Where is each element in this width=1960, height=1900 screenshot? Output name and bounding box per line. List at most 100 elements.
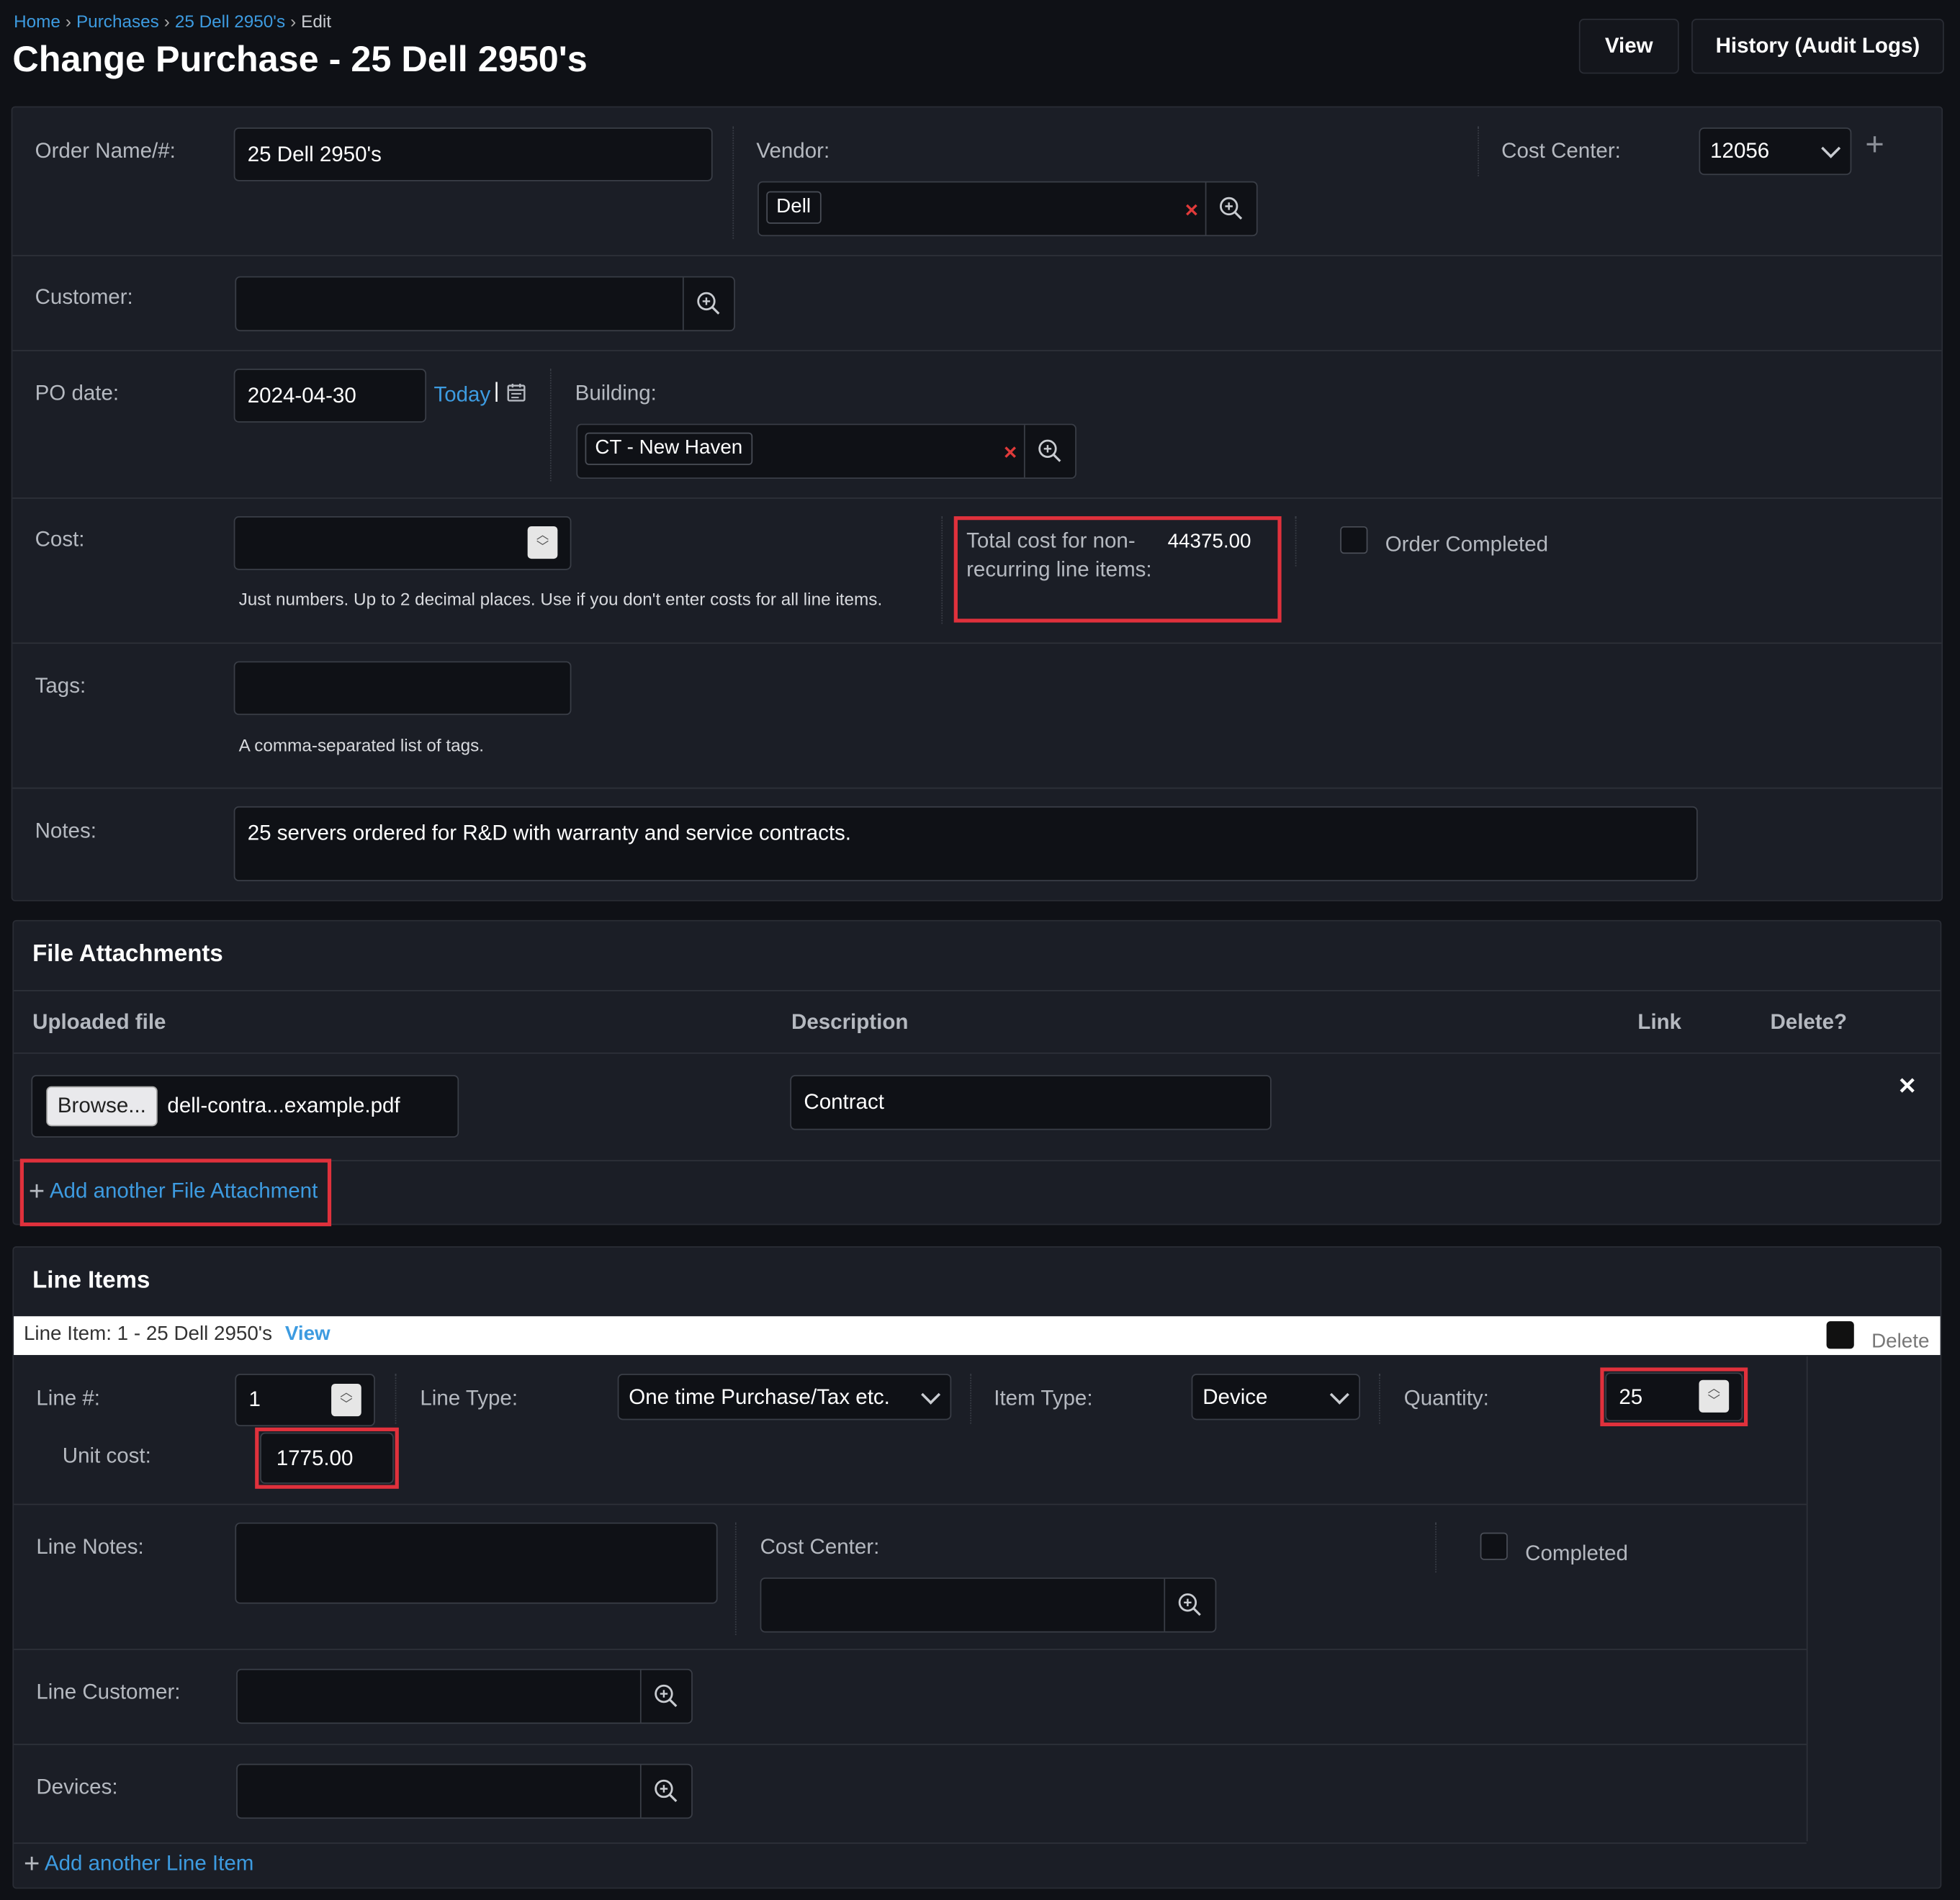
attachment-description-input[interactable]: Contract (790, 1075, 1272, 1130)
building-clear-icon[interactable]: ✕ (1003, 443, 1017, 464)
breadcrumb-home-link[interactable]: Home (14, 12, 60, 32)
chevron-down-icon (1821, 138, 1841, 158)
separator: | (493, 379, 500, 403)
quantity-input[interactable]: 25 ︿ ﹀ (1605, 1372, 1743, 1422)
line-no-label: Line #: (36, 1386, 100, 1410)
add-cost-center-icon[interactable]: + (1865, 125, 1884, 164)
line-item-delete-label: Delete (1871, 1331, 1930, 1353)
customer-label: Customer: (35, 284, 133, 309)
devices-search-icon[interactable] (639, 1765, 691, 1818)
col-delete: Delete? (1770, 1009, 1848, 1034)
today-link[interactable]: Today (433, 382, 490, 408)
cost-center-value: 12056 (1710, 138, 1770, 163)
file-attachments-panel: File Attachments Uploaded file Descripti… (12, 919, 1942, 1227)
delete-attachment-icon[interactable]: ✕ (1898, 1073, 1917, 1099)
building-lookup[interactable]: CT - New Haven ✕ (576, 423, 1076, 479)
history-button[interactable]: History (Audit Logs) (1691, 19, 1944, 74)
col-uploaded-file: Uploaded file (32, 1009, 166, 1034)
cost-center-label: Cost Center: (1501, 138, 1621, 163)
devices-label: Devices: (36, 1775, 118, 1799)
line-notes-row: Line Notes: Cost Center: Completed (14, 1503, 1807, 1650)
tags-help-text: A comma-separated list of tags. (238, 734, 485, 755)
line-notes-textarea[interactable] (235, 1522, 718, 1604)
order-completed-checkbox[interactable] (1340, 526, 1368, 554)
add-attachment-label: Add another File Attachment (49, 1179, 318, 1203)
line-item-view-link[interactable]: View (285, 1324, 331, 1346)
divider (734, 1522, 737, 1635)
attachments-header-row: Uploaded file Description Link Delete? (14, 990, 1941, 1054)
breadcrumb-item-link[interactable]: 25 Dell 2950's (175, 12, 285, 32)
line-cost-center-lookup[interactable] (760, 1577, 1217, 1633)
add-line-item-link[interactable]: + Add another Line Item (24, 1847, 253, 1880)
line-type-select[interactable]: One time Purchase/Tax etc. (617, 1374, 952, 1421)
add-attachment-row: + Add another File Attachment (14, 1158, 1941, 1227)
tags-label: Tags: (35, 673, 86, 698)
cost-input[interactable]: ︿ ﹀ (233, 516, 572, 570)
line-no-input[interactable]: 1 ︿ ﹀ (235, 1374, 375, 1427)
tags-input[interactable] (233, 661, 572, 716)
line-item-body: Line #: 1 ︿ ﹀ Line Type: One time Purchas… (14, 1356, 1808, 1844)
breadcrumb: Home › Purchases › 25 Dell 2950's › Edit (14, 11, 332, 32)
calendar-icon[interactable] (506, 382, 526, 408)
add-attachment-link[interactable]: + Add another File Attachment (29, 1175, 318, 1207)
total-cost-value: 44375.00 (1167, 531, 1251, 553)
po-date-label: PO date: (35, 381, 120, 405)
unit-cost-label: Unit cost: (62, 1444, 151, 1468)
line-item-header-text: Line Item: 1 - 25 Dell 2950's (23, 1323, 273, 1346)
notes-textarea[interactable]: 25 servers ordered for R&D with warranty… (233, 806, 1698, 882)
browse-button[interactable]: Browse... (46, 1086, 158, 1127)
view-button[interactable]: View (1578, 19, 1679, 74)
breadcrumb-purchases-link[interactable]: Purchases (76, 12, 159, 32)
line-items-panel: Line Items Line Item: 1 - 25 Dell 2950's… (12, 1246, 1942, 1889)
customer-search-icon[interactable] (682, 277, 734, 330)
line-cost-center-label: Cost Center: (760, 1535, 880, 1559)
notes-label: Notes: (35, 819, 96, 843)
quantity-value: 25 (1619, 1384, 1643, 1408)
line-no-stepper-icon[interactable]: ︿ ﹀ (331, 1383, 361, 1417)
quantity-label: Quantity: (1403, 1386, 1489, 1410)
building-label: Building: (575, 381, 657, 405)
order-completed-label: Order Completed (1385, 532, 1549, 557)
vendor-search-icon[interactable] (1205, 182, 1257, 235)
file-name: dell-contra...example.pdf (167, 1094, 400, 1118)
order-name-label: Order Name/#: (35, 138, 176, 163)
col-description: Description (791, 1009, 909, 1034)
plus-icon: + (23, 1847, 40, 1879)
file-input[interactable]: Browse... dell-contra...example.pdf (31, 1075, 459, 1138)
vendor-label: Vendor: (756, 138, 830, 163)
building-search-icon[interactable] (1023, 425, 1075, 478)
line-type-value: One time Purchase/Tax etc. (629, 1384, 890, 1408)
divider (970, 1374, 972, 1424)
item-type-select[interactable]: Device (1191, 1374, 1360, 1421)
line-completed-checkbox[interactable] (1480, 1532, 1508, 1560)
cost-stepper-icon[interactable]: ︿ ﹀ (527, 526, 558, 559)
vendor-clear-icon[interactable]: ✕ (1184, 200, 1199, 222)
divider (549, 369, 552, 482)
line-items-title: Line Items (32, 1267, 150, 1294)
item-type-value: Device (1202, 1384, 1268, 1408)
po-date-input[interactable]: 2024-04-30 (233, 369, 427, 423)
line-customer-lookup[interactable] (236, 1668, 693, 1724)
line-completed-label: Completed (1525, 1541, 1628, 1565)
customer-lookup[interactable] (235, 276, 735, 332)
line-item-delete-checkbox[interactable] (1826, 1321, 1854, 1349)
divider (732, 126, 734, 239)
tags-row: Tags: A comma-separated list of tags. (12, 642, 1942, 788)
devices-row: Devices: (14, 1743, 1807, 1844)
divider (1295, 516, 1297, 567)
order-name-input[interactable]: 25 Dell 2950's (233, 127, 713, 181)
total-cost-label: Total cost for non-recurring line items: (966, 528, 1152, 582)
quantity-stepper-icon[interactable]: ︿ ﹀ (1699, 1379, 1730, 1413)
line-customer-row: Line Customer: (14, 1649, 1807, 1745)
line-cost-center-search-icon[interactable] (1164, 1578, 1215, 1631)
devices-lookup[interactable] (236, 1763, 693, 1819)
po-date-row: PO date: 2024-04-30 Today | Building: CT… (12, 350, 1942, 499)
cost-label: Cost: (35, 527, 85, 551)
cost-center-select[interactable]: 12056 (1699, 127, 1852, 176)
vendor-chip: Dell (766, 191, 821, 224)
vendor-lookup[interactable]: Dell ✕ (758, 181, 1258, 237)
line-customer-search-icon[interactable] (639, 1670, 691, 1723)
unit-cost-input[interactable]: 1775.00 (260, 1432, 394, 1484)
line-item-header: Line Item: 1 - 25 Dell 2950's View Delet… (14, 1316, 1941, 1356)
divider (395, 1374, 397, 1424)
